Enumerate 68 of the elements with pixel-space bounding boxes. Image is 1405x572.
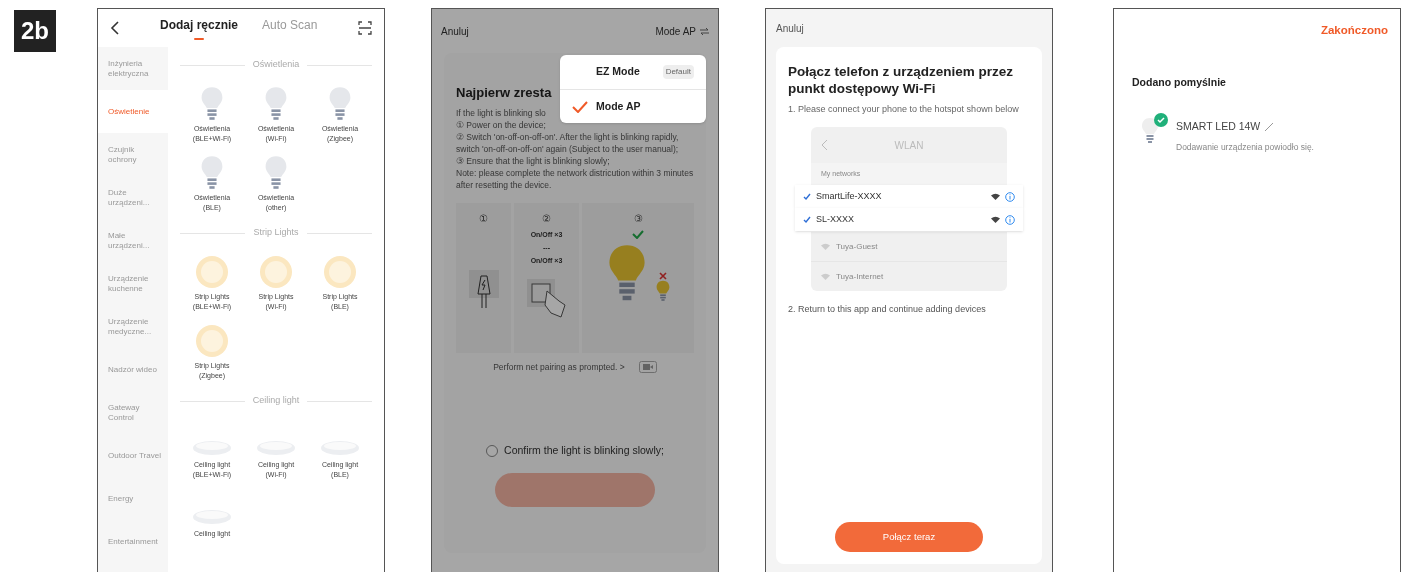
ring-light-icon xyxy=(195,255,229,289)
switch-hand-icon xyxy=(526,278,567,319)
step-number: ① xyxy=(479,211,488,226)
network-row[interactable]: SmartLife-XXXX xyxy=(795,185,1023,208)
checkmark-icon xyxy=(803,193,811,200)
wifi-icon xyxy=(821,243,830,250)
light-bulb-icon xyxy=(655,280,671,302)
mode-menu-item[interactable]: Mode AP xyxy=(560,89,706,123)
figure-label: 2b xyxy=(14,10,56,52)
section-title: Ceiling light xyxy=(252,394,300,408)
light-bulb-icon xyxy=(1140,116,1160,144)
pairing-hint-link[interactable]: Perform net pairing as prompted. > xyxy=(493,360,625,374)
ring-light-icon xyxy=(323,255,357,289)
light-bulb-icon xyxy=(327,85,353,121)
back-icon xyxy=(821,139,828,151)
device-name: SMART LED 14W xyxy=(1176,118,1261,134)
instruction-text: ② Switch 'on-off-on-off-on'. After the light is blinking rapidly, switch 'on-off-on-off-on' again (Subject to the user manual); xyxy=(456,130,680,155)
network-name: SmartLife-XXXX xyxy=(816,189,883,203)
cross-icon xyxy=(659,272,667,281)
info-icon xyxy=(1005,191,1015,202)
instruction-text: 1. Please connect your phone to the hotspot shown below xyxy=(788,103,1020,115)
ring-light-icon xyxy=(195,324,229,358)
instruction-text: ① Power on the device; xyxy=(456,118,546,131)
checkmark-icon xyxy=(572,100,588,113)
heading: Połącz telefon z urządzeniem przez punkt dostępowy Wi-Fi xyxy=(788,63,1015,97)
ring-light-icon xyxy=(259,255,293,289)
light-bulb-icon xyxy=(199,154,225,190)
instruction-text: If the light is blinking slo xyxy=(456,106,546,119)
wifi-icon xyxy=(991,193,1000,200)
mode-menu-item[interactable]: EZ Mode Default xyxy=(560,55,706,89)
wifi-icon xyxy=(991,216,1000,223)
instruction-text: ③ Ensure that the light is blinking slowly; xyxy=(456,154,610,167)
default-tag: Default xyxy=(662,65,694,79)
pencil-icon[interactable] xyxy=(1264,121,1275,132)
network-name: Tuya-Internet xyxy=(836,270,884,283)
section-title: Strip Lights xyxy=(253,226,299,240)
light-bulb-icon xyxy=(199,85,225,121)
cancel-link[interactable]: Anuluj xyxy=(776,20,804,36)
section-title: Oświetlenia xyxy=(252,58,300,72)
back-icon[interactable] xyxy=(110,21,120,35)
tab[interactable]: Dodaj ręcznie xyxy=(160,16,239,40)
step-number: ② xyxy=(542,211,551,226)
category-item[interactable]: Oświetlenie xyxy=(98,90,168,133)
check-icon xyxy=(632,229,644,239)
checkmark-icon xyxy=(803,216,811,223)
status-text: Dodawanie urządzenia powiodło się. xyxy=(1176,140,1314,154)
cancel-link[interactable]: Anuluj xyxy=(441,23,469,39)
swap-icon[interactable] xyxy=(700,27,709,35)
heading: Najpierw zresta xyxy=(456,84,552,102)
confirm-radio[interactable] xyxy=(486,445,499,458)
instruction-text: Note: please complete the network districution within 3 minutes after resetting the device. xyxy=(456,166,694,191)
mode-selector[interactable]: Mode AP xyxy=(655,23,696,39)
heading: Dodano pomyślnie xyxy=(1132,75,1227,90)
network-name: SL-XXXX xyxy=(816,212,856,226)
network-name: Tuya-Guest xyxy=(836,240,878,253)
scan-icon[interactable] xyxy=(358,21,372,35)
network-row[interactable]: SL-XXXX xyxy=(795,208,1023,231)
mode-label: Mode AP xyxy=(596,98,641,114)
light-bulb-icon xyxy=(263,154,289,190)
info-icon xyxy=(1005,214,1015,225)
wifi-icon xyxy=(821,273,830,280)
confirm-label[interactable]: Confirm the light is blinking slowly; xyxy=(504,443,664,459)
light-bulb-icon xyxy=(263,85,289,121)
power-plug-icon xyxy=(468,269,499,310)
mode-label: EZ Mode xyxy=(596,64,640,80)
video-icon[interactable] xyxy=(638,360,657,373)
step-number: ③ xyxy=(633,211,643,226)
instruction-text: 2. Return to this app and continue adding devices xyxy=(788,303,987,316)
